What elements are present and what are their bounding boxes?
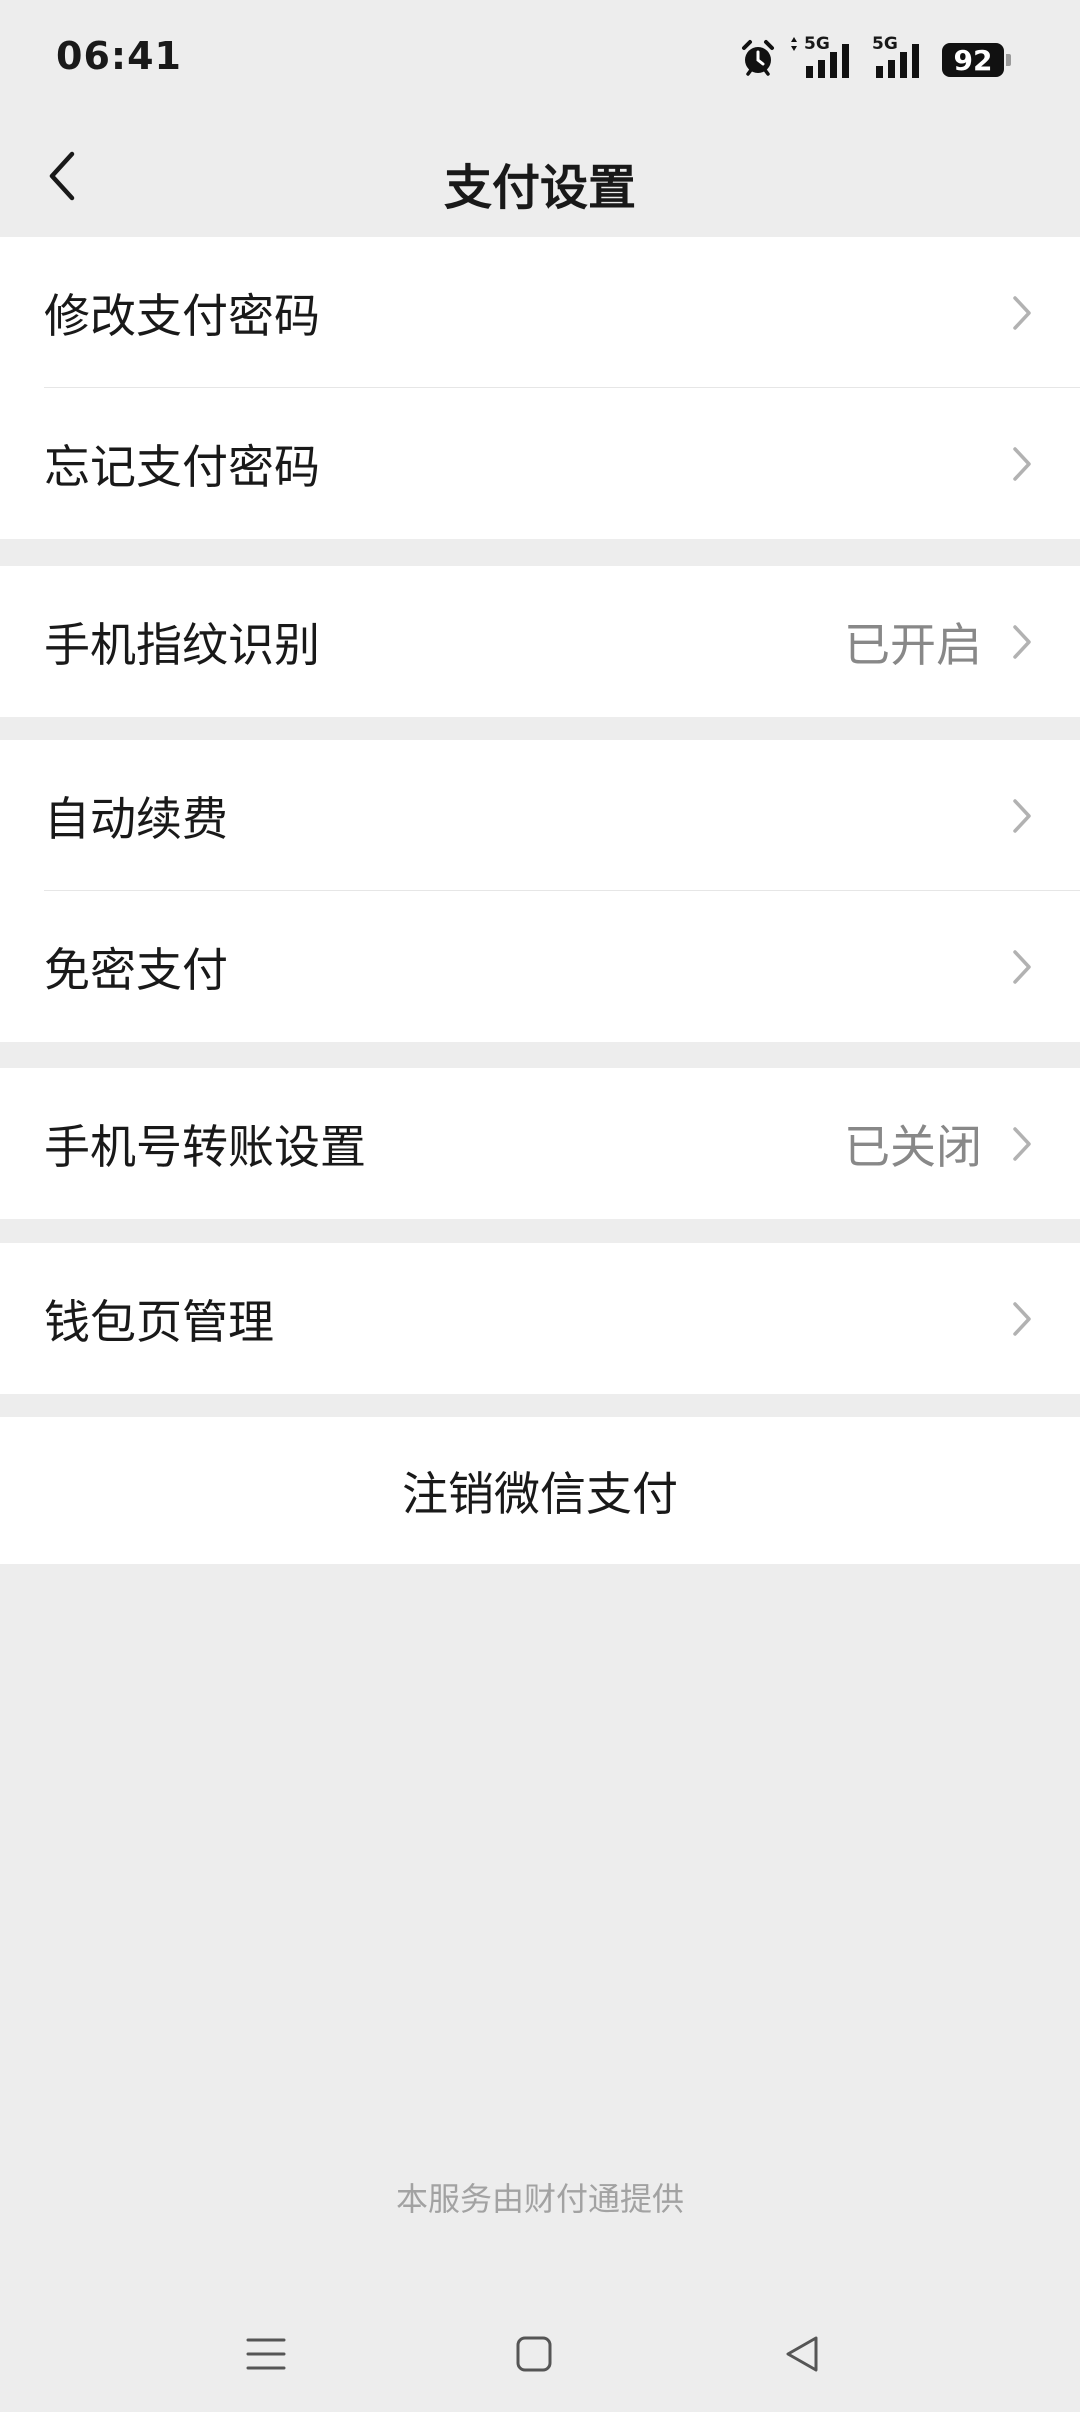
nav-bar: 支付设置 [0,120,1080,236]
list-item-password-free-pay[interactable]: 免密支付 [0,891,1080,1042]
chevron-right-icon [1008,947,1036,987]
chevron-right-icon [1008,1124,1036,1164]
system-nav-bar [0,2300,1080,2412]
settings-group-payments: 自动续费 免密支付 [0,740,1080,1042]
home-icon [514,2334,554,2378]
status-bar: 06:41 5G 5G 92 [0,0,1080,120]
list-item-label: 钱包页管理 [44,1294,274,1349]
list-item-label: 忘记支付密码 [44,439,320,494]
list-item-fingerprint[interactable]: 手机指纹识别 已开启 [0,566,1080,717]
settings-group-phone-transfer: 手机号转账设置 已关闭 [0,1068,1080,1219]
list-item-label: 手机指纹识别 [44,617,320,672]
page-title: 支付设置 [443,160,636,216]
deregister-label: 注销微信支付 [402,1466,678,1521]
signal-icon: 5G [791,34,858,80]
list-item-label: 手机号转账设置 [44,1119,366,1174]
status-time: 06:41 [56,34,182,78]
list-item-change-password[interactable]: 修改支付密码 [0,237,1080,388]
list-item-label: 修改支付密码 [44,288,320,343]
status-icons: 5G 5G 92 [724,34,1011,82]
list-item-label: 自动续费 [44,791,228,846]
list-item-auto-renew[interactable]: 自动续费 [0,740,1080,891]
list-item-label: 免密支付 [44,942,228,997]
back-icon [782,2334,822,2378]
list-item-forgot-password[interactable]: 忘记支付密码 [0,388,1080,539]
home-button[interactable] [502,2324,566,2388]
system-back-button[interactable] [770,2324,834,2388]
chevron-right-icon [1008,444,1036,484]
status-value: 已关闭 [844,1119,982,1174]
signal-icon: 5G [872,34,928,80]
network-label-1: 5G [804,34,830,54]
list-item-wallet-management[interactable]: 钱包页管理 [0,1243,1080,1394]
settings-group-wallet: 钱包页管理 [0,1243,1080,1394]
settings-group-password: 修改支付密码 忘记支付密码 [0,237,1080,539]
status-value: 已开启 [844,617,982,672]
list-item-phone-transfer[interactable]: 手机号转账设置 已关闭 [0,1068,1080,1219]
chevron-right-icon [1008,796,1036,836]
battery-icon: 92 [942,43,1011,77]
settings-group-deregister: 注销微信支付 [0,1417,1080,1564]
chevron-right-icon [1008,1299,1036,1339]
chevron-right-icon [1008,622,1036,662]
deregister-button[interactable]: 注销微信支付 [0,1417,1080,1564]
settings-group-fingerprint: 手机指纹识别 已开启 [0,566,1080,717]
menu-button[interactable] [234,2324,298,2388]
menu-icon [244,2334,288,2378]
chevron-right-icon [1008,293,1036,333]
alarm-icon [738,38,778,82]
network-label-2: 5G [872,34,898,54]
footer-provider-text: 本服务由财付通提供 [395,2180,684,2218]
